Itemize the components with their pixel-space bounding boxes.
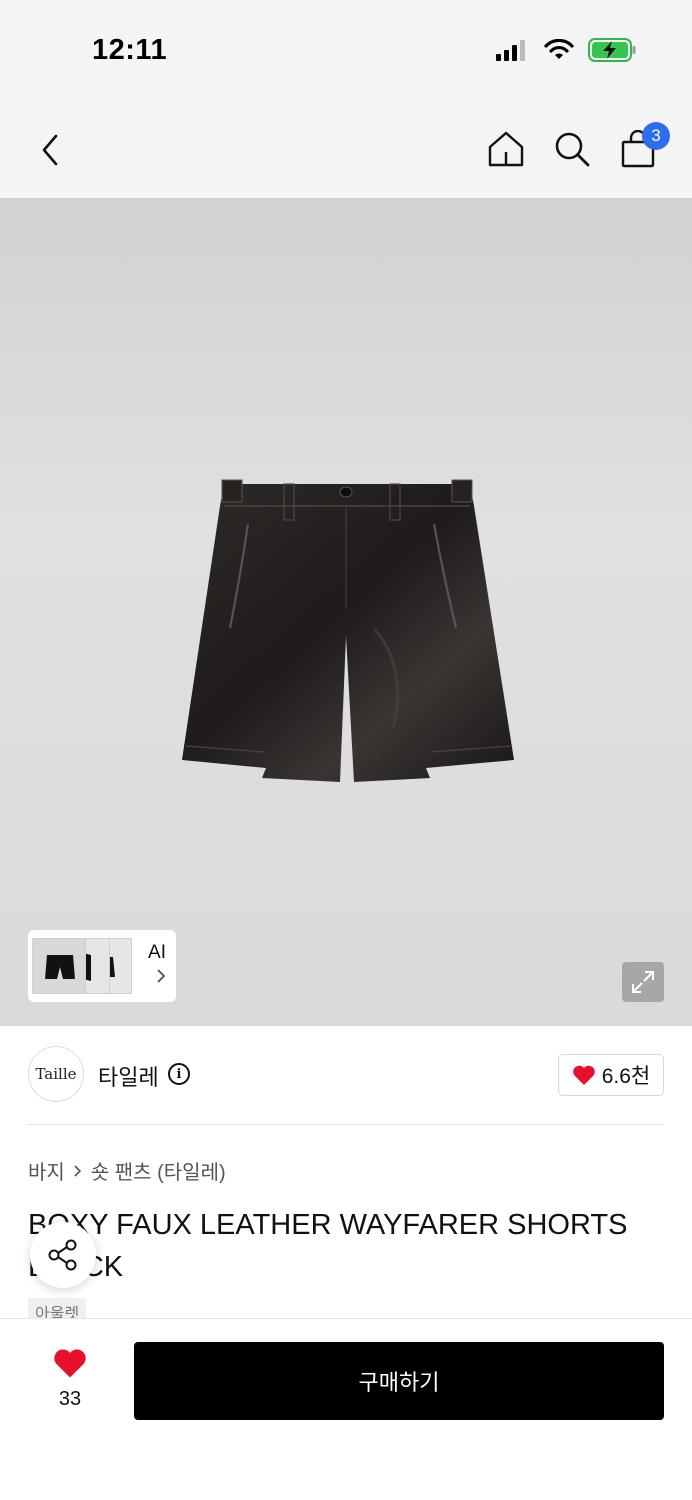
status-icons [496, 38, 636, 62]
battery-charging-icon [588, 38, 636, 62]
chevron-right-icon [157, 969, 166, 983]
thumbnail-1 [32, 938, 86, 994]
search-button[interactable] [552, 128, 592, 170]
cart-button[interactable]: 3 [618, 122, 670, 170]
thumbnail-stack [32, 934, 138, 998]
wishlist-count: 33 [58, 1388, 82, 1410]
info-icon[interactable]: i [168, 1063, 190, 1085]
product-title: BOXY FAUX LEATHER WAYFARER SHORTS BLACK [28, 1209, 628, 1283]
nav-bar: 3 [0, 100, 692, 198]
share-button[interactable] [30, 1222, 96, 1288]
chevron-right-icon [74, 1164, 81, 1177]
brand-like-count: 6.6천 [601, 1065, 651, 1088]
home-icon [488, 131, 524, 167]
brand-like-button[interactable]: 6.6천 [558, 1054, 664, 1096]
heart-icon [54, 1349, 86, 1378]
brand-name[interactable]: 타일레 [98, 1060, 159, 1092]
status-bar: 12:11 [0, 0, 692, 100]
product-image [182, 479, 514, 782]
back-button[interactable] [30, 130, 70, 170]
share-icon [48, 1239, 77, 1271]
breadcrumb-item-subcategory[interactable]: 숏 팬츠 (타일레) [91, 1156, 226, 1185]
home-button[interactable] [486, 128, 526, 170]
wifi-icon [544, 39, 574, 59]
brand-logo[interactable]: Taille [28, 1046, 84, 1102]
wishlist-button[interactable]: 33 [40, 1347, 100, 1411]
brand-row: Taille 타일레 i 6.6천 [28, 1046, 664, 1106]
breadcrumb: 바지 숏 팬츠 (타일레) [28, 1156, 226, 1185]
search-icon [555, 132, 590, 167]
product-image-gallery[interactable]: AI [0, 198, 692, 1026]
chevron-left-icon [42, 134, 58, 166]
nav-actions: 3 [486, 122, 670, 170]
divider [28, 1124, 664, 1125]
ai-lookbook-thumbnails[interactable]: AI [28, 930, 176, 1002]
heart-icon [572, 1065, 595, 1085]
bottom-action-bar: 33 구매하기 [0, 1318, 692, 1500]
cart-count-badge: 3 [642, 122, 670, 150]
buy-button[interactable]: 구매하기 [134, 1342, 664, 1420]
product-detail-screen: 12:11 3 AI Taille 타일레 i 6.6천 바지 숏 팬츠 (타일… [0, 0, 692, 1500]
breadcrumb-item-category[interactable]: 바지 [28, 1156, 65, 1185]
expand-icon [632, 971, 654, 993]
fullscreen-button[interactable] [622, 962, 664, 1002]
ai-label: AI [148, 942, 166, 963]
signal-icon [496, 40, 525, 61]
status-time: 12:11 [92, 34, 168, 66]
